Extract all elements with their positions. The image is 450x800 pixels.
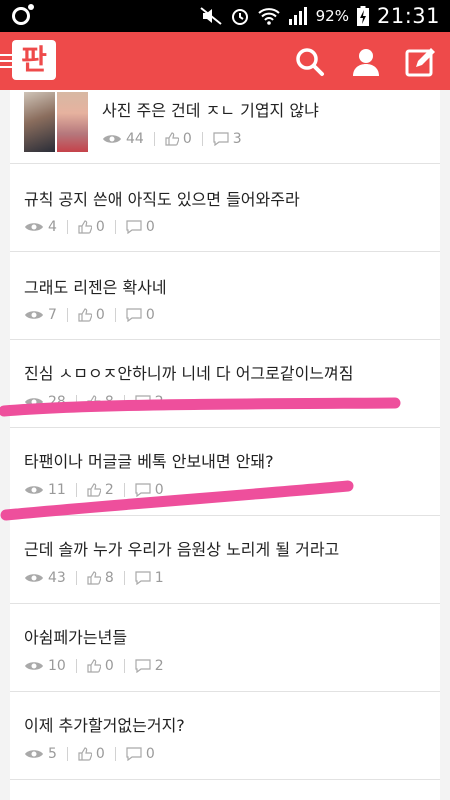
post-meta: 28 8 2 <box>24 393 164 411</box>
thumbs-up-icon <box>87 659 101 673</box>
eye-icon <box>103 135 121 143</box>
comment-count: 2 <box>154 658 164 674</box>
comment-icon <box>135 571 151 585</box>
mute-icon <box>200 7 222 25</box>
post-thumbnail <box>24 92 88 152</box>
eye-icon <box>25 662 43 670</box>
comment-icon <box>213 132 229 146</box>
eye-icon <box>25 223 43 231</box>
comment-count: 0 <box>145 219 155 235</box>
comment-count: 0 <box>154 482 164 498</box>
post-title: 진심 ㅅㅁㅇㅈ안하니까 니네 다 어그로같이느껴짐 <box>24 364 354 383</box>
comment-icon <box>126 220 142 234</box>
eye-icon <box>25 486 43 494</box>
post-meta: 44 0 3 <box>102 130 242 148</box>
list-item[interactable]: 근데 솔까 누가 우리가 음원상 노리게 될 거라고 43 8 1 <box>10 516 440 604</box>
comment-icon <box>126 747 142 761</box>
app-bar: 판 <box>0 32 450 90</box>
thumbs-up-icon <box>78 308 92 322</box>
thumbs-up-icon <box>87 483 101 497</box>
write-icon[interactable] <box>405 46 437 78</box>
view-count: 10 <box>48 658 66 674</box>
thumbs-up-icon <box>165 132 179 146</box>
post-title: 타팬이나 머글글 베톡 안보내면 안돼? <box>24 452 274 471</box>
search-icon[interactable] <box>294 46 326 78</box>
status-bar: 92% 21:31 <box>0 0 450 32</box>
post-list[interactable]: 사진 주은 건데 ㅈㄴ 기엽지 않냐 44 0 3 규칙 공지 쓴애 아직도 있… <box>10 90 440 800</box>
battery-charging-icon <box>356 6 369 26</box>
post-title: 아쉼페가는년들 <box>24 628 128 647</box>
clock: 21:31 <box>376 4 440 28</box>
thumbs-up-icon <box>78 747 92 761</box>
eye-icon <box>25 398 43 406</box>
thumbs-up-icon <box>87 571 101 585</box>
comment-count: 0 <box>145 746 155 762</box>
comment-icon <box>135 659 151 673</box>
like-count: 0 <box>104 658 114 674</box>
post-meta: 10 0 2 <box>24 657 164 675</box>
post-title: 근데 솔까 누가 우리가 음원상 노리게 될 거라고 <box>24 540 340 559</box>
list-item[interactable]: 이제 추가할거없는거지? 5 0 0 <box>10 692 440 780</box>
list-item[interactable]: 아쉼페가는년들 10 0 2 <box>10 604 440 692</box>
comment-icon <box>126 308 142 322</box>
list-item[interactable]: 타팬이나 머글글 베톡 안보내면 안돼? 11 2 0 <box>10 428 440 516</box>
view-count: 7 <box>48 307 57 323</box>
person-icon[interactable] <box>350 46 382 78</box>
post-meta: 4 0 0 <box>24 218 155 236</box>
thumbs-up-icon <box>87 395 101 409</box>
notification-icon <box>12 4 34 25</box>
alarm-icon <box>231 9 248 25</box>
wifi-icon <box>257 8 280 25</box>
menu-icon[interactable] <box>0 54 12 68</box>
post-meta: 11 2 0 <box>24 481 164 499</box>
post-title: 규칙 공지 쓴애 아직도 있으면 들어와주라 <box>24 190 300 209</box>
view-count: 44 <box>126 131 144 147</box>
like-count: 2 <box>104 482 114 498</box>
like-count: 8 <box>104 394 114 410</box>
comment-count: 3 <box>232 131 242 147</box>
post-title: 이제 추가할거없는거지? <box>24 716 185 735</box>
eye-icon <box>25 311 43 319</box>
like-count: 0 <box>95 307 105 323</box>
signal-icon <box>288 7 307 25</box>
comment-count: 2 <box>154 394 164 410</box>
like-count: 0 <box>95 746 105 762</box>
eye-icon <box>25 750 43 758</box>
view-count: 11 <box>48 482 66 498</box>
post-meta: 43 8 1 <box>24 569 164 587</box>
comment-icon <box>135 483 151 497</box>
comment-count: 1 <box>154 570 164 586</box>
view-count: 28 <box>48 394 66 410</box>
post-title: 사진 주은 건데 ㅈㄴ 기엽지 않냐 <box>102 101 319 120</box>
view-count: 5 <box>48 746 57 762</box>
battery-percent: 92% <box>315 7 349 25</box>
list-item[interactable]: 그래도 리젠은 확사네 7 0 0 <box>10 252 440 340</box>
list-item[interactable]: 사진 주은 건데 ㅈㄴ 기엽지 않냐 44 0 3 <box>10 90 440 164</box>
status-icons: 92% 21:31 <box>200 4 440 28</box>
like-count: 0 <box>182 131 192 147</box>
list-item[interactable]: 진심 ㅅㅁㅇㅈ안하니까 니네 다 어그로같이느껴짐 28 8 2 <box>10 340 440 428</box>
list-item-partial[interactable] <box>10 780 440 800</box>
post-meta: 5 0 0 <box>24 745 155 763</box>
view-count: 4 <box>48 219 57 235</box>
pann-logo[interactable]: 판 <box>12 40 56 80</box>
comment-count: 0 <box>145 307 155 323</box>
post-meta: 7 0 0 <box>24 306 155 324</box>
like-count: 0 <box>95 219 105 235</box>
eye-icon <box>25 574 43 582</box>
like-count: 8 <box>104 570 114 586</box>
list-item[interactable]: 규칙 공지 쓴애 아직도 있으면 들어와주라 4 0 0 <box>10 164 440 252</box>
comment-icon <box>135 395 151 409</box>
post-title: 그래도 리젠은 확사네 <box>24 278 167 297</box>
thumbs-up-icon <box>78 220 92 234</box>
view-count: 43 <box>48 570 66 586</box>
